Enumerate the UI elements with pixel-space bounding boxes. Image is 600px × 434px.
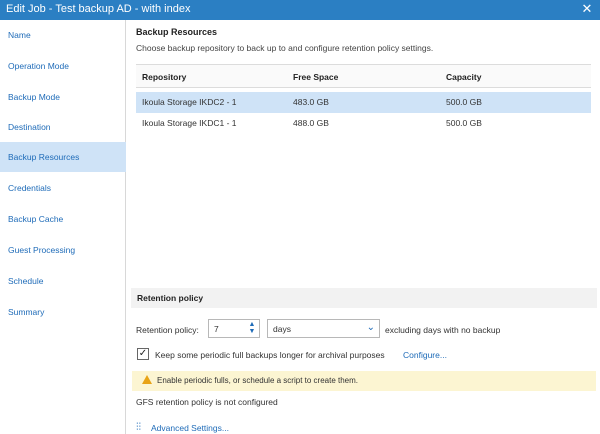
warning-text: Enable periodic fulls, or schedule a scr… [157,376,358,385]
sidebar-item-credentials[interactable]: Credentials [0,173,126,203]
cell-repository: Ikoula Storage IKDC2 - 1 [142,97,237,107]
repository-table: Repository Free Space Capacity Ikoula St… [136,64,591,134]
warning-icon [142,375,152,384]
retention-value: 7 [214,324,219,334]
advanced-settings-link[interactable]: Advanced Settings... [151,423,229,433]
table-header: Repository Free Space Capacity [136,64,591,88]
table-row[interactable]: Ikoula Storage IKDC2 - 1 483.0 GB 500.0 … [136,92,591,113]
column-header-repository[interactable]: Repository [142,72,186,82]
settings-sliders-icon[interactable]: ⫶⫶ [136,422,141,433]
cell-capacity: 500.0 GB [446,118,482,128]
cell-free-space: 488.0 GB [293,118,329,128]
retention-value-stepper[interactable]: 7 ▲ ▼ [208,319,260,338]
page-description: Choose backup repository to back up to a… [136,43,434,53]
column-header-capacity[interactable]: Capacity [446,72,481,82]
keep-gfs-checkbox[interactable]: ✓ [137,348,149,360]
retention-unit-value: days [273,324,291,334]
sidebar-item-operation-mode[interactable]: Operation Mode [0,51,126,81]
window-title: Edit Job - Test backup AD - with index [6,3,191,15]
sidebar-item-schedule[interactable]: Schedule [0,266,126,296]
sidebar-item-backup-resources[interactable]: Backup Resources [0,142,133,172]
sidebar-item-destination[interactable]: Destination [0,112,126,142]
stepper-arrows-icon[interactable]: ▲ ▼ [247,321,257,336]
main-panel: Backup Resources Choose backup repositor… [127,20,600,434]
warning-banner: Enable periodic fulls, or schedule a scr… [132,371,596,391]
sidebar-item-label: Backup Resources [8,152,80,162]
page-title: Backup Resources [136,27,218,37]
cell-repository: Ikoula Storage IKDC1 - 1 [142,118,237,128]
keep-gfs-label: Keep some periodic full backups longer f… [155,350,385,360]
title-bar: Edit Job - Test backup AD - with index ✕ [0,0,600,20]
configure-gfs-link[interactable]: Configure... [403,350,447,360]
retention-section-title: Retention policy [137,293,204,303]
retention-label: Retention policy: [136,325,199,335]
cell-capacity: 500.0 GB [446,97,482,107]
close-icon[interactable]: ✕ [580,1,594,17]
retention-section-header: Retention policy [131,288,597,308]
column-header-free-space[interactable]: Free Space [293,72,338,82]
cell-free-space: 483.0 GB [293,97,329,107]
sidebar-item-guest-processing[interactable]: Guest Processing [0,235,126,265]
sidebar-item-name[interactable]: Name [0,20,126,50]
chevron-down-icon: ⌄ [366,322,375,333]
sidebar-item-summary[interactable]: Summary [0,297,126,327]
table-row[interactable]: Ikoula Storage IKDC1 - 1 488.0 GB 500.0 … [136,113,591,134]
wizard-sidebar: Name Operation Mode Backup Mode Destinat… [0,20,133,434]
sidebar-item-backup-cache[interactable]: Backup Cache [0,204,126,234]
retention-unit-suffix: excluding days with no backup [385,325,501,335]
sidebar-item-backup-mode[interactable]: Backup Mode [0,82,126,112]
gfs-status-text: GFS retention policy is not configured [136,397,278,407]
retention-unit-select[interactable]: days ⌄ [267,319,380,338]
